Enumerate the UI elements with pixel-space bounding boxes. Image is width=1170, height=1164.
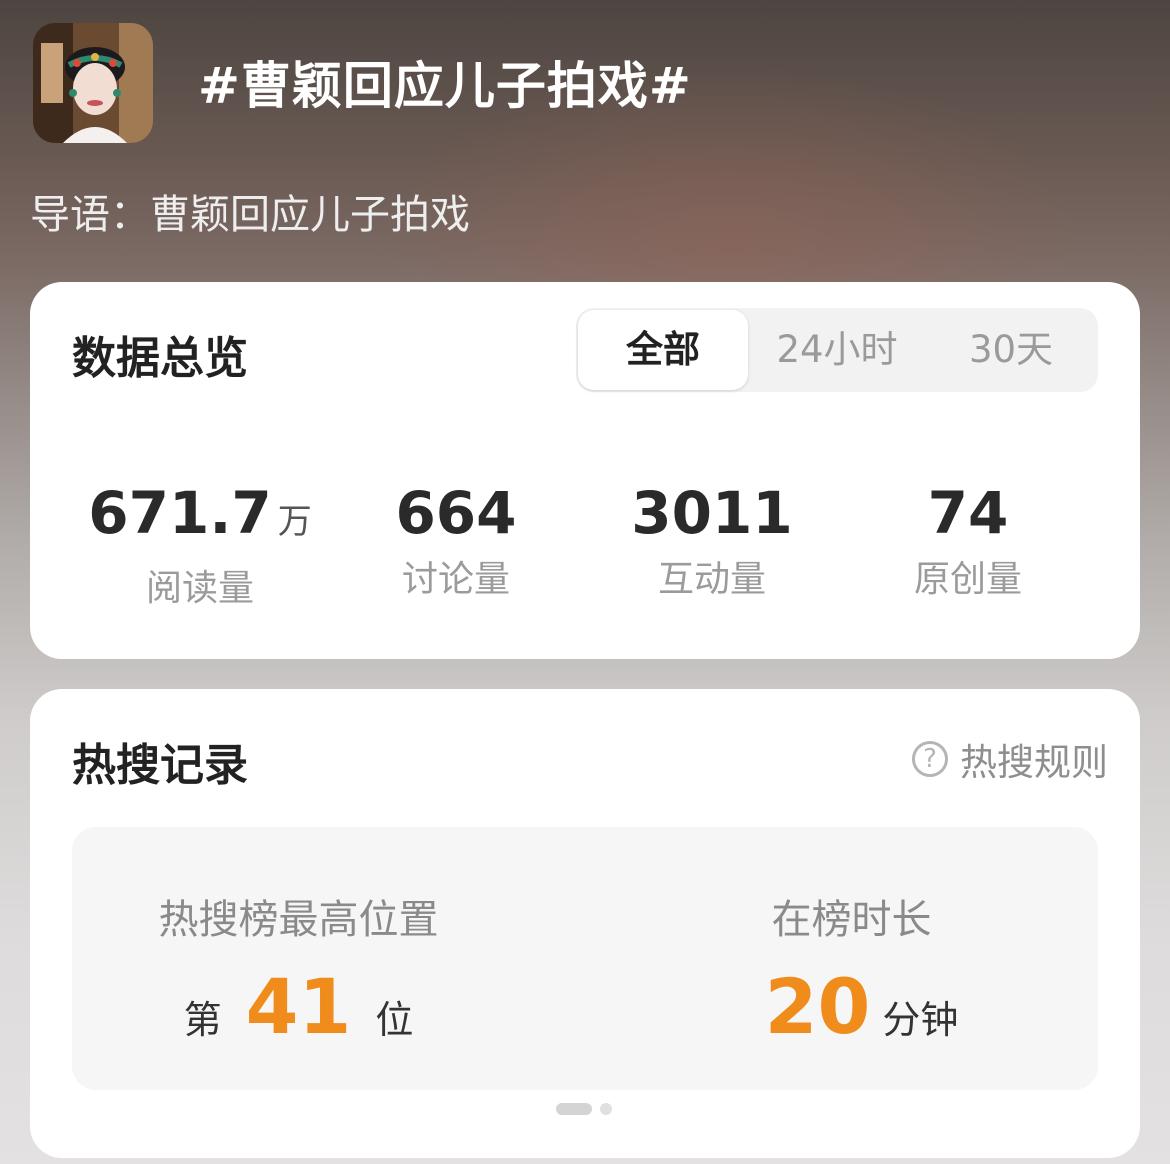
lead-text: 导语：曹颖回应儿子拍戏 xyxy=(30,192,470,238)
hot-search-stats-panel: 热搜榜最高位置 第 41 位 在榜时长 20 分钟 xyxy=(72,827,1098,1090)
topic-title: #曹颖回应儿子拍戏# xyxy=(198,57,692,115)
hot-search-rules-link[interactable]: ? 热搜规则 xyxy=(912,737,1108,784)
stat-number: 3011 xyxy=(631,479,793,547)
stat-label: 讨论量 xyxy=(401,559,510,600)
stat-reads: 671.7 万 阅读量 xyxy=(72,478,328,611)
stat-originals: 74 原创量 xyxy=(840,478,1096,602)
hot-search-title: 热搜记录 xyxy=(72,740,248,791)
rank-suffix: 位 xyxy=(375,998,414,1042)
stat-interactions: 3011 互动量 xyxy=(584,478,840,602)
hot-search-record-card: 热搜记录 ? 热搜规则 热搜榜最高位置 第 41 位 在榜时长 20 分钟 xyxy=(30,689,1140,1158)
duration-label: 在榜时长 xyxy=(771,897,932,943)
stat-label: 原创量 xyxy=(913,559,1022,600)
stat-number: 664 xyxy=(395,479,517,547)
tab-24h[interactable]: 24小时 xyxy=(750,308,924,392)
overview-title: 数据总览 xyxy=(72,333,248,384)
duration-value: 20 分钟 xyxy=(605,967,1118,1047)
question-circle-icon: ? xyxy=(912,741,948,777)
pager-dots xyxy=(556,1103,612,1115)
duration-stat: 在榜时长 20 分钟 xyxy=(585,827,1098,1090)
pager-dot-active[interactable] xyxy=(556,1103,592,1115)
stat-label: 互动量 xyxy=(657,559,766,600)
topic-avatar[interactable] xyxy=(33,23,153,143)
data-overview-card: 数据总览 全部 24小时 30天 671.7 万 阅读量 664 讨论量 3011… xyxy=(30,282,1140,659)
stat-discussions: 664 讨论量 xyxy=(328,478,584,602)
duration-unit: 分钟 xyxy=(882,998,959,1042)
time-range-segmented-control: 全部 24小时 30天 xyxy=(576,308,1098,392)
duration-number: 20 xyxy=(764,962,871,1051)
stat-unit: 万 xyxy=(277,502,312,542)
stat-value: 3011 xyxy=(584,478,840,548)
rank-prefix: 第 xyxy=(183,998,222,1042)
stat-label: 阅读量 xyxy=(145,568,254,609)
stat-value: 74 xyxy=(840,478,1096,548)
stat-number: 74 xyxy=(927,479,1009,547)
pager-dot[interactable] xyxy=(600,1103,612,1115)
stat-value: 671.7 万 xyxy=(72,478,328,557)
stat-number: 671.7 xyxy=(88,479,272,547)
peak-position-label: 热搜榜最高位置 xyxy=(158,897,439,943)
peak-position-stat: 热搜榜最高位置 第 41 位 xyxy=(72,827,585,1090)
tab-30d[interactable]: 30天 xyxy=(924,308,1098,392)
rank-number: 41 xyxy=(245,962,352,1051)
peak-position-value: 第 41 位 xyxy=(42,967,555,1047)
stat-value: 664 xyxy=(328,478,584,548)
rules-label: 热搜规则 xyxy=(960,741,1108,784)
tab-all[interactable]: 全部 xyxy=(578,310,748,390)
